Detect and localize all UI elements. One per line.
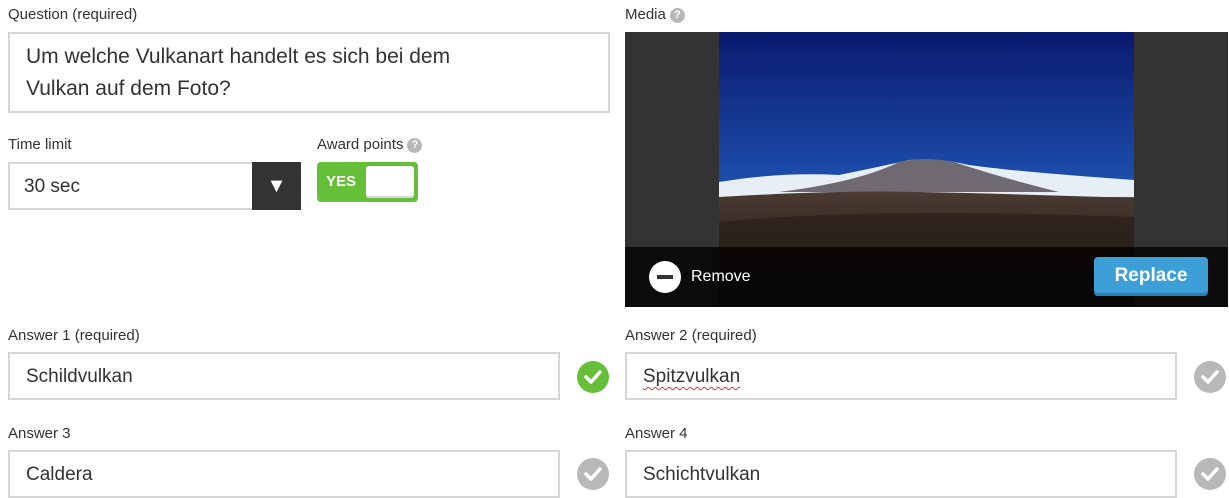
answer-2-value: Spitzvulkan bbox=[643, 366, 741, 387]
time-limit-value: 30 sec bbox=[24, 176, 80, 197]
answer-4-input[interactable]: Schichtvulkan bbox=[625, 450, 1177, 498]
media-action-bar: Remove Replace bbox=[625, 247, 1228, 307]
award-points-toggle-text: YES bbox=[326, 173, 357, 190]
media-help-icon[interactable]: ? bbox=[669, 8, 685, 23]
question-label: Question (required) bbox=[8, 6, 138, 23]
answer-3-value: Caldera bbox=[26, 464, 93, 485]
award-points-label-text: Award points bbox=[317, 136, 404, 153]
answer-2-input[interactable]: Spitzvulkan bbox=[625, 352, 1177, 400]
media-panel: Remove Replace bbox=[625, 32, 1228, 307]
answer-3-label: Answer 3 bbox=[8, 425, 71, 442]
answer-4-value: Schichtvulkan bbox=[643, 464, 761, 485]
answer-2-label: Answer 2 (required) bbox=[625, 327, 757, 344]
remove-label: Remove bbox=[691, 268, 751, 285]
answer-4-correct-toggle[interactable] bbox=[1194, 458, 1226, 490]
time-limit-select[interactable]: 30 sec ▼ bbox=[8, 162, 301, 210]
media-label: Media? bbox=[625, 6, 685, 24]
question-input[interactable]: Um welche Vulkanart handelt es sich bei … bbox=[8, 32, 610, 113]
answer-3-input[interactable]: Caldera bbox=[8, 450, 560, 498]
answer-4-label: Answer 4 bbox=[625, 425, 688, 442]
question-text-line-2: Vulkan auf dem Foto? bbox=[26, 77, 231, 100]
minus-circle-icon bbox=[649, 261, 681, 293]
answer-1-label: Answer 1 (required) bbox=[8, 327, 140, 344]
question-text-line-1: Um welche Vulkanart handelt es sich bei … bbox=[26, 45, 451, 68]
toggle-knob bbox=[366, 166, 414, 198]
answer-1-value: Schildvulkan bbox=[26, 366, 133, 387]
answer-3-correct-toggle[interactable] bbox=[577, 458, 609, 490]
time-limit-label: Time limit bbox=[8, 136, 72, 153]
checkmark-icon bbox=[584, 370, 602, 384]
award-points-toggle[interactable]: YES bbox=[317, 162, 418, 202]
checkmark-icon bbox=[584, 467, 602, 481]
award-points-help-icon[interactable]: ? bbox=[407, 138, 423, 153]
checkmark-icon bbox=[1201, 467, 1219, 481]
replace-media-button[interactable]: Replace bbox=[1094, 257, 1208, 296]
award-points-label: Award points? bbox=[317, 136, 423, 154]
media-label-text: Media bbox=[625, 6, 666, 23]
checkmark-icon bbox=[1201, 370, 1219, 384]
dropdown-arrow-icon[interactable]: ▼ bbox=[252, 162, 301, 210]
answer-2-correct-toggle[interactable] bbox=[1194, 361, 1226, 393]
answer-1-correct-toggle[interactable] bbox=[577, 361, 609, 393]
answer-1-input[interactable]: Schildvulkan bbox=[8, 352, 560, 400]
